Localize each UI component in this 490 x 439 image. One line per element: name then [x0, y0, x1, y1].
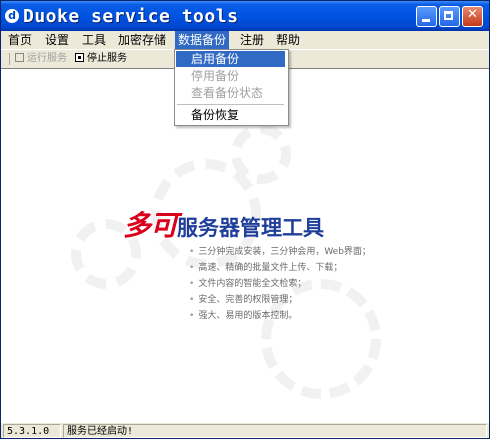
feature-item: 安全、完善的权限管理；	[189, 292, 371, 308]
backup-dropdown-menu: 启用备份 停用备份 查看备份状态 备份恢复	[174, 49, 289, 126]
maximize-button[interactable]	[439, 6, 460, 27]
menu-tools[interactable]: 工具	[79, 31, 109, 49]
logo-text: 服务器管理工具	[177, 216, 325, 240]
run-icon	[15, 53, 24, 62]
app-icon[interactable]: d	[5, 9, 19, 23]
status-bar: 5.3.1.0 服务已经启动!	[1, 422, 489, 438]
menu-disable-backup[interactable]: 停用备份	[176, 68, 285, 84]
close-button[interactable]: ✕	[462, 6, 483, 27]
window-title: Duoke service tools	[23, 6, 239, 27]
minimize-icon	[422, 19, 430, 22]
menu-bar: 首页 设置 工具 加密存储 数据备份 注册 帮助	[1, 31, 489, 49]
maximize-icon	[444, 11, 453, 20]
feature-item: 三分钟完成安装，三分钟会用，Web界面；	[189, 244, 371, 260]
app-window: d Duoke service tools ✕ 首页 设置 工具 加密存储 数据…	[0, 0, 490, 439]
run-service-button[interactable]: 运行服务	[15, 52, 67, 66]
stop-service-button[interactable]: 停止服务	[75, 52, 127, 66]
gear-watermark-icon	[231, 124, 291, 184]
menu-separator	[177, 104, 284, 105]
menu-data-backup[interactable]: 数据备份	[175, 31, 230, 49]
stop-icon	[75, 53, 84, 62]
menu-enable-backup[interactable]: 启用备份	[176, 51, 285, 67]
menu-restore-backup[interactable]: 备份恢复	[176, 107, 285, 123]
logo-brand: 多可	[123, 209, 178, 242]
menu-help[interactable]: 帮助	[273, 31, 303, 49]
menu-view-backup-status[interactable]: 查看备份状态	[176, 85, 285, 101]
feature-item: 强大、易用的版本控制。	[189, 308, 371, 324]
version-label: 5.3.1.0	[3, 424, 61, 438]
minimize-button[interactable]	[416, 6, 437, 27]
title-bar[interactable]: d Duoke service tools ✕	[1, 1, 489, 31]
toolbar-grip	[9, 53, 10, 65]
feature-list: 三分钟完成安装，三分钟会用，Web界面； 高速、精确的批量文件上传、下载； 文件…	[189, 244, 371, 324]
feature-item: 文件内容的智能全文检索；	[189, 276, 371, 292]
product-logo: 多可服务器管理工具	[123, 204, 324, 242]
menu-home[interactable]: 首页	[5, 31, 35, 49]
close-icon: ✕	[467, 7, 478, 22]
menu-register[interactable]: 注册	[237, 31, 267, 49]
status-message: 服务已经启动!	[63, 424, 487, 438]
menu-settings[interactable]: 设置	[42, 31, 72, 49]
run-service-label: 运行服务	[27, 53, 67, 64]
feature-item: 高速、精确的批量文件上传、下载；	[189, 260, 371, 276]
menu-encrypted-storage[interactable]: 加密存储	[115, 31, 169, 49]
stop-service-label: 停止服务	[87, 53, 127, 64]
